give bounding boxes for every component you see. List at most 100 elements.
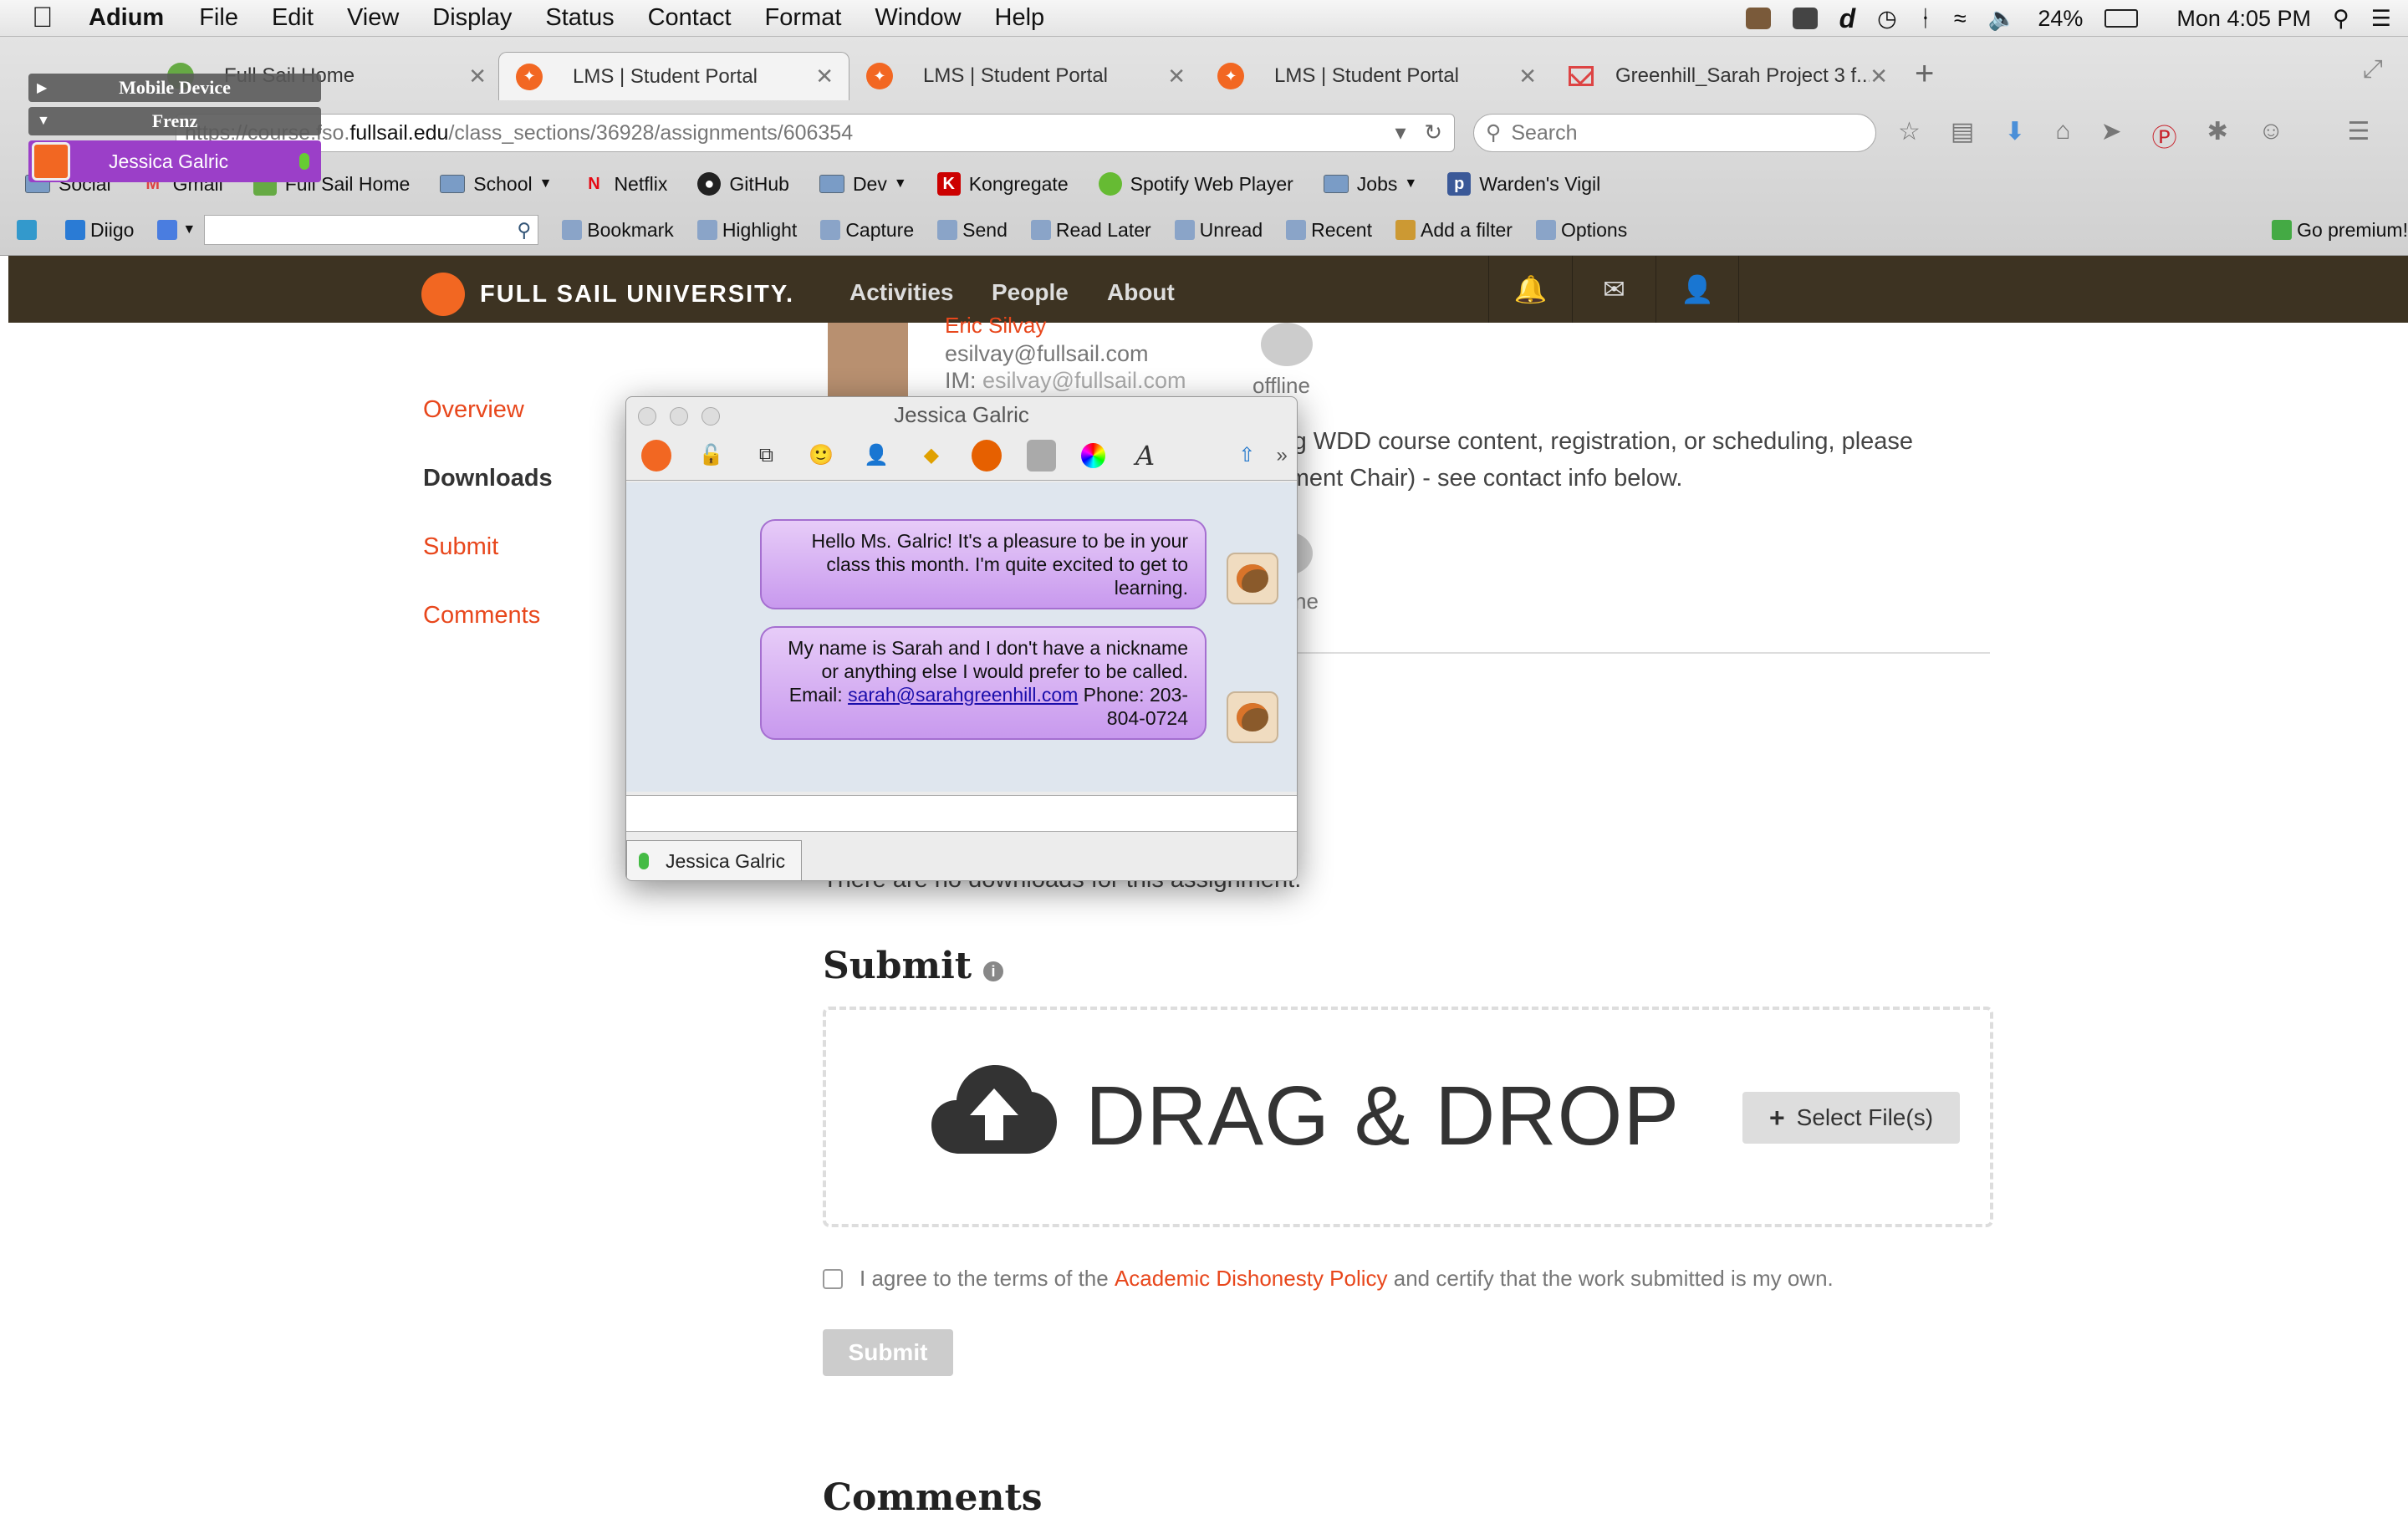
- google-search-engine[interactable]: ▼: [157, 220, 196, 240]
- menu-status[interactable]: Status: [545, 4, 614, 32]
- firefox-icon[interactable]: [971, 439, 1002, 472]
- diigo-recent[interactable]: Recent: [1286, 219, 1372, 242]
- color-wheel-icon[interactable]: [1081, 442, 1105, 468]
- overflow-chevron-icon[interactable]: »: [1267, 440, 1297, 472]
- chat-tab[interactable]: Jessica Galric: [626, 840, 802, 880]
- menu-edit[interactable]: Edit: [272, 4, 314, 32]
- menu-file[interactable]: File: [199, 4, 238, 32]
- lock-icon[interactable]: 🔓: [696, 440, 727, 472]
- url-bar[interactable]: https://course.fso.fullsail.edu/class_se…: [176, 114, 1455, 152]
- drag-drop-zone[interactable]: DRAG & DROP + Select File(s): [823, 1007, 1993, 1227]
- diigo-send[interactable]: Send: [937, 219, 1008, 242]
- bookmark-star-icon[interactable]: ☆: [1898, 117, 1921, 154]
- bluetooth-icon[interactable]: ᛂ: [1919, 6, 1932, 32]
- select-files-button[interactable]: + Select File(s): [1742, 1092, 1960, 1144]
- clock[interactable]: Mon 4:05 PM: [2176, 6, 2311, 32]
- bookmark-github[interactable]: ● GitHub: [697, 172, 789, 196]
- menu-window[interactable]: Window: [875, 4, 961, 32]
- email-link[interactable]: sarah@sarahgreenhill.com: [848, 684, 1078, 706]
- bookmark-dev[interactable]: Dev ▼: [819, 173, 907, 196]
- menu-help[interactable]: Help: [995, 4, 1045, 32]
- close-tab-icon[interactable]: ✕: [815, 64, 834, 89]
- diigo-options[interactable]: Options: [1535, 219, 1627, 242]
- menu-format[interactable]: Format: [765, 4, 842, 32]
- diigo-menu[interactable]: Diigo: [65, 219, 134, 242]
- smiley-icon[interactable]: 🙂: [806, 440, 836, 472]
- zoom-window-button[interactable]: [701, 407, 720, 426]
- diigo-add-filter[interactable]: Add a filter: [1395, 219, 1513, 242]
- pinterest-icon[interactable]: Ⓟ: [2152, 117, 2177, 154]
- block-user-icon[interactable]: 👤: [861, 440, 891, 472]
- nav-activities[interactable]: Activities: [849, 279, 954, 306]
- academic-dishonesty-link[interactable]: Academic Dishonesty Policy: [1115, 1266, 1388, 1292]
- volume-icon[interactable]: 🔈: [1988, 5, 2017, 32]
- reload-icon[interactable]: ▾ ↻: [1395, 120, 1442, 145]
- wifi-icon[interactable]: ≈: [1954, 6, 1967, 32]
- tab-lms-2[interactable]: ✦ LMS | Student Portal ✕: [849, 52, 1201, 100]
- home-icon[interactable]: ⌂: [2055, 117, 2070, 154]
- font-icon[interactable]: A: [1130, 440, 1161, 472]
- contact-avatar-icon[interactable]: [641, 439, 671, 472]
- close-tab-icon[interactable]: ✕: [1870, 64, 1888, 89]
- menu-view[interactable]: View: [347, 4, 399, 32]
- battery-percent[interactable]: 24%: [2038, 6, 2083, 32]
- fullscreen-icon[interactable]: ⤢: [2363, 55, 2383, 84]
- bookmark-wardens-vigil[interactable]: p Warden's Vigil: [1447, 172, 1600, 196]
- diigo-go-premium[interactable]: Go premium!: [2272, 219, 2408, 242]
- diigo-bookmark[interactable]: Bookmark: [562, 219, 674, 242]
- full-sail-logo[interactable]: FULL SAIL UNIVERSITY.: [421, 273, 794, 316]
- notes-icon[interactable]: [1026, 439, 1057, 472]
- bookmark-spotify[interactable]: Spotify Web Player: [1098, 172, 1293, 196]
- notification-center-icon[interactable]: ☰: [2371, 6, 2391, 32]
- search-input[interactable]: ⚲ Search: [1473, 114, 1876, 152]
- message-input[interactable]: [626, 795, 1297, 832]
- agree-checkbox[interactable]: [823, 1268, 843, 1289]
- bookmark-netflix[interactable]: N Netflix: [582, 172, 667, 196]
- new-tab-button[interactable]: +: [1915, 55, 1934, 93]
- diigo-sidebar-button[interactable]: [17, 220, 42, 240]
- battery-icon[interactable]: [2104, 9, 2139, 28]
- nav-about[interactable]: About: [1107, 279, 1175, 306]
- diigo-search-input[interactable]: ⚲: [204, 215, 539, 245]
- menu-display[interactable]: Display: [432, 4, 512, 32]
- diigo-capture[interactable]: Capture: [820, 219, 914, 242]
- submit-button[interactable]: Submit: [823, 1329, 953, 1376]
- side-submit[interactable]: Submit: [423, 533, 498, 561]
- group-mobile-device[interactable]: ▶ Mobile Device: [28, 74, 321, 102]
- minimize-window-button[interactable]: [670, 407, 688, 426]
- contact-jessica-galric[interactable]: Jessica Galric: [28, 140, 321, 182]
- tab-lms-3[interactable]: ✦ LMS | Student Portal ✕: [1201, 52, 1552, 100]
- bookmark-school[interactable]: School ▼: [440, 173, 552, 196]
- app-menu[interactable]: Adium: [89, 4, 164, 32]
- menu-hamburger-icon[interactable]: ☰: [2347, 117, 2370, 154]
- diigo-unread[interactable]: Unread: [1174, 219, 1263, 242]
- info-icon[interactable]: i: [983, 961, 1003, 981]
- signpost-icon[interactable]: ⧉: [752, 440, 782, 472]
- apple-menu-icon[interactable]: : [32, 2, 65, 34]
- diigo-highlight[interactable]: Highlight: [696, 219, 797, 242]
- nav-people[interactable]: People: [992, 279, 1069, 306]
- send-icon[interactable]: ➤: [2101, 117, 2122, 154]
- close-window-button[interactable]: [638, 407, 656, 426]
- tab-gmail[interactable]: Greenhill_Sarah Project 3 f... ✕: [1552, 52, 1903, 100]
- group-frenz[interactable]: ▼ Frenz: [28, 107, 321, 135]
- close-tab-icon[interactable]: ✕: [1167, 64, 1186, 89]
- spotlight-icon[interactable]: ⚲: [2333, 6, 2349, 32]
- side-overview[interactable]: Overview: [423, 396, 524, 424]
- instructor-email[interactable]: esilvay@fullsail.com: [945, 341, 1148, 367]
- menu-contact[interactable]: Contact: [648, 4, 732, 32]
- downloads-icon[interactable]: ⬇: [2004, 117, 2025, 154]
- close-tab-icon[interactable]: ✕: [1518, 64, 1537, 89]
- mail-icon[interactable]: ✉: [1572, 256, 1656, 323]
- diigo-read-later[interactable]: Read Later: [1030, 219, 1151, 242]
- time-machine-icon[interactable]: ◷: [1877, 6, 1897, 32]
- user-icon[interactable]: 👤: [1656, 256, 1739, 323]
- bookmark-kongregate[interactable]: K Kongregate: [936, 172, 1069, 196]
- tab-lms-active[interactable]: ✦ LMS | Student Portal ✕: [498, 52, 849, 100]
- warning-icon[interactable]: ◆: [916, 440, 946, 472]
- reading-list-icon[interactable]: ▤: [1951, 117, 1974, 154]
- dashlane-icon[interactable]: d: [1839, 3, 1856, 34]
- send-file-icon[interactable]: ⇧: [1232, 440, 1262, 472]
- creative-cloud-icon[interactable]: [1792, 8, 1818, 29]
- side-downloads[interactable]: Downloads: [423, 465, 553, 492]
